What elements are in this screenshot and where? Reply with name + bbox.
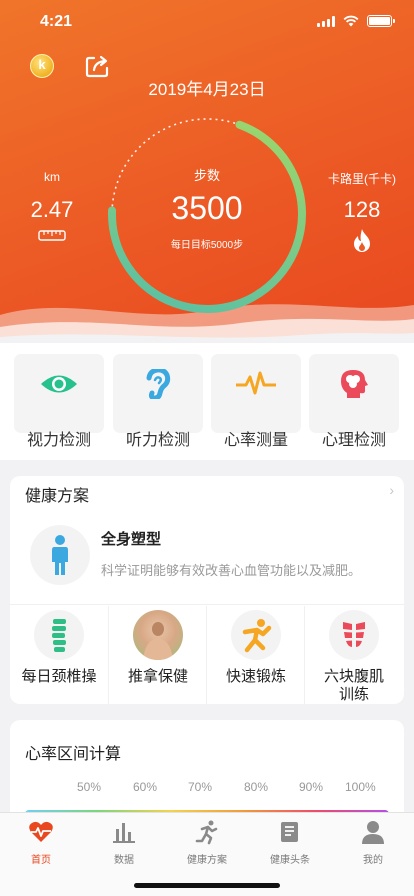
hr-scale-label: 90% bbox=[299, 780, 324, 794]
checks-section: 视力检测 听力检测 心率测量 心理检测 bbox=[0, 343, 414, 460]
heart-pulse-icon bbox=[29, 821, 53, 842]
steps-goal: 每日目标5000步 bbox=[170, 240, 244, 251]
wifi-icon bbox=[343, 15, 359, 27]
hr-scale-label: 50% bbox=[77, 780, 102, 794]
header-panel: 4:21 k 2019年4月23日 步数 3500 每日目标5000步 km 2… bbox=[0, 0, 414, 340]
check-vision[interactable]: 视力检测 bbox=[14, 354, 104, 449]
distance-value: 2.47 bbox=[30, 197, 74, 222]
check-heart-rate[interactable]: 心率测量 bbox=[211, 354, 301, 449]
tab-health-plan[interactable]: 健康方案 bbox=[166, 819, 248, 869]
plan-feature-desc: 科学证明能够有效改善心血管功能以及减肥。 bbox=[101, 563, 362, 578]
tab-label: 我的 bbox=[363, 855, 383, 866]
ear-icon bbox=[146, 369, 171, 399]
calories-value: 128 bbox=[343, 197, 381, 222]
news-icon bbox=[281, 822, 298, 842]
chevron-right-icon[interactable]: › bbox=[389, 482, 394, 498]
health-plan-card: 健康方案 › 全身塑型 科学证明能够有效改善心血管功能以及减肥。 每日颈椎操 推… bbox=[10, 476, 404, 704]
plan-item-label: 每日颈椎操 bbox=[21, 668, 97, 685]
spine-icon bbox=[34, 610, 84, 660]
home-indicator bbox=[134, 883, 280, 888]
steps-label: 步数 bbox=[193, 168, 220, 183]
body-figure-icon[interactable] bbox=[30, 525, 90, 585]
tab-label: 首页 bbox=[31, 855, 51, 866]
runner-icon bbox=[195, 820, 218, 845]
signal-icon bbox=[317, 15, 335, 27]
tab-profile[interactable]: 我的 bbox=[332, 819, 414, 869]
tab-home[interactable]: 首页 bbox=[0, 819, 82, 869]
plan-item-label: 推拿保健 bbox=[127, 668, 188, 685]
plan-item-neck[interactable]: 每日颈椎操 bbox=[10, 606, 108, 704]
tab-data[interactable]: 数据 bbox=[83, 819, 165, 869]
check-psychology[interactable]: 心理检测 bbox=[309, 354, 399, 449]
profile-icon bbox=[362, 821, 384, 844]
brain-head-icon bbox=[341, 370, 368, 398]
exercise-icon bbox=[231, 610, 281, 660]
plan-item-massage[interactable]: 推拿保健 bbox=[108, 606, 206, 704]
tab-label: 数据 bbox=[114, 855, 134, 866]
date-label: 2019年4月23日 bbox=[148, 80, 266, 99]
check-label: 听力检测 bbox=[125, 432, 190, 449]
plan-item-abs[interactable]: 六块腹肌 训练 bbox=[304, 606, 404, 704]
bar-chart-icon bbox=[113, 823, 135, 843]
tab-label: 健康头条 bbox=[270, 855, 310, 866]
plan-item-label: 快速锻炼 bbox=[225, 668, 286, 685]
distance-unit: km bbox=[44, 170, 60, 184]
divider bbox=[10, 604, 404, 605]
check-hearing[interactable]: 听力检测 bbox=[113, 354, 203, 449]
check-label: 心率测量 bbox=[223, 432, 288, 449]
hr-scale-label: 80% bbox=[244, 780, 269, 794]
plan-item-exercise[interactable]: 快速锻炼 bbox=[206, 606, 304, 704]
massage-photo bbox=[133, 610, 183, 660]
tab-label: 健康方案 bbox=[187, 855, 227, 866]
heartbeat-icon bbox=[236, 371, 276, 395]
plan-item-label: 六块腹肌 训练 bbox=[305, 668, 403, 704]
tab-headlines[interactable]: 健康头条 bbox=[249, 819, 331, 869]
battery-icon bbox=[367, 15, 395, 27]
hr-scale-label: 60% bbox=[133, 780, 158, 794]
abs-icon bbox=[329, 610, 379, 660]
hr-scale-label: 100% bbox=[345, 780, 376, 794]
plan-feature-title[interactable]: 全身塑型 bbox=[101, 528, 161, 549]
status-bar: 4:21 bbox=[0, 0, 414, 44]
plan-item-label-line1: 六块腹肌 bbox=[323, 668, 384, 685]
ruler-icon bbox=[2, 228, 102, 247]
check-label: 心理检测 bbox=[321, 432, 386, 449]
calories-unit: 卡路里(千卡) bbox=[328, 172, 396, 186]
steps-value: 3500 bbox=[171, 190, 243, 226]
heart-rate-title: 心率区间计算 bbox=[25, 746, 122, 763]
plan-item-label-line2: 训练 bbox=[338, 686, 369, 703]
status-time: 4:21 bbox=[40, 13, 73, 30]
flame-icon bbox=[312, 228, 412, 259]
eye-icon bbox=[41, 375, 77, 393]
check-label: 视力检测 bbox=[26, 432, 91, 449]
health-plan-title: 健康方案 bbox=[25, 488, 90, 505]
hr-scale-label: 70% bbox=[188, 780, 213, 794]
